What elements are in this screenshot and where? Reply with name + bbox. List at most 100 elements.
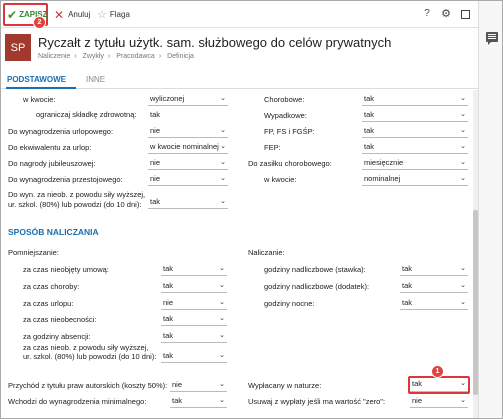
chevron-down-icon: ⌄ <box>219 265 225 272</box>
przestojowe-select[interactable]: nie ⌄ <box>148 173 228 186</box>
select-value: tak <box>172 396 183 405</box>
wypadkowe-label: Wypadkowe: <box>264 111 307 120</box>
gear-icon[interactable]: ⚙ <box>439 7 453 21</box>
pomniejszanie-row-label: za czas nieobjęty umową: <box>23 265 109 274</box>
sila-wyzsza-select[interactable]: tak ⌄ <box>161 350 227 363</box>
breadcrumb-item[interactable]: Naliczenie <box>38 53 70 60</box>
select-value: nie <box>163 298 174 307</box>
chevron-down-icon: ⌄ <box>219 352 225 359</box>
naliczanie-label: Naliczanie: <box>248 248 285 257</box>
breadcrumb-item[interactable]: Zwykły <box>83 53 104 60</box>
pomniejszanie-row-label: za czas urlopu: <box>23 299 74 308</box>
tab-inne[interactable]: INNE <box>86 75 105 84</box>
select-value: nie <box>172 380 183 389</box>
toolbar: ✔ ZAPISZ 2 ✕ Anuluj ☆ Flaga ? ⚙ <box>1 1 478 29</box>
w-kwocie-label: w kwocie: <box>23 95 56 104</box>
pomniejszanie-row-select[interactable]: nie ⌄ <box>161 297 227 310</box>
zasilek-kwocie-label: w kwocie: <box>264 175 297 184</box>
przestojowe-label: Do wynagrodzenia przestojowego: <box>8 175 123 184</box>
pomniejszanie-row-label: za czas nieobecności: <box>23 315 97 324</box>
chevron-down-icon: ⌄ <box>220 175 226 182</box>
flag-button[interactable]: ☆ Flaga <box>97 6 130 23</box>
step-badge: 1 <box>431 365 444 378</box>
autorskie-select[interactable]: nie ⌄ <box>170 379 227 392</box>
help-icon[interactable]: ? <box>420 7 434 21</box>
chevron-down-icon: ⌄ <box>219 282 225 289</box>
wyn-nieob-label-line1: Do wyn. za nieob. z powodu siły wyższej, <box>8 190 146 199</box>
chevron-down-icon: ⌄ <box>460 397 466 404</box>
maximize-icon[interactable] <box>458 7 472 21</box>
scrollbar[interactable] <box>473 90 478 418</box>
pomniejszanie-row-select[interactable]: tak ⌄ <box>161 263 227 276</box>
pomniejszanie-row-label: za godziny absencji: <box>23 332 91 341</box>
cancel-label: Anuluj <box>68 10 91 19</box>
tab-podstawowe[interactable]: PODSTAWOWE <box>7 75 66 84</box>
chevron-down-icon: ⌄ <box>219 332 225 339</box>
select-value: tak <box>163 264 174 273</box>
wyn-nieob-value: tak <box>150 197 161 206</box>
chevron-down-icon: ⌄ <box>460 299 466 306</box>
chevron-down-icon: ⌄ <box>220 95 226 102</box>
zasilek-kwocie-value: nominalnej <box>364 174 401 183</box>
select-value: tak <box>163 314 174 323</box>
naliczanie-row-select[interactable]: tak ⌄ <box>400 297 468 310</box>
comment-icon[interactable] <box>486 32 498 45</box>
scrollbar-thumb[interactable] <box>473 210 478 395</box>
chevron-down-icon: ⌄ <box>460 127 466 134</box>
naliczanie-row-select[interactable]: tak ⌄ <box>400 280 468 293</box>
form-content: w kwocie: wyliczonej ⌄ ograniczaj składkę… <box>1 90 473 418</box>
zasilek-label: Do zasiłku chorobowego: <box>248 159 332 168</box>
chevron-down-icon: ⌄ <box>460 265 466 272</box>
ekwiwalent-label: Do ekwiwalentu za urlop: <box>8 143 92 152</box>
jubileuszowe-select[interactable]: nie ⌄ <box>148 157 228 170</box>
pomniejszanie-row-select[interactable]: tak ⌄ <box>161 313 227 326</box>
chevron-down-icon: ⌄ <box>220 198 226 205</box>
ekwiwalent-select[interactable]: w kwocie nominalnej ⌄ <box>148 141 228 154</box>
chevron-down-icon: ⌄ <box>460 175 466 182</box>
fp-label: FP, FS i FGŚP: <box>264 127 315 136</box>
ekwiwalent-value: w kwocie nominalnej <box>150 142 219 151</box>
fp-select[interactable]: tak ⌄ <box>362 125 468 138</box>
wypadkowe-select[interactable]: tak ⌄ <box>362 109 468 122</box>
naliczanie-row-select[interactable]: tak ⌄ <box>400 263 468 276</box>
chevron-down-icon: ⌄ <box>219 315 225 322</box>
flag-label: Flaga <box>109 10 130 19</box>
naliczanie-row-label: godziny nadliczbowe (dodatek): <box>264 282 370 291</box>
fep-value: tak <box>364 142 375 151</box>
zasilek-value: miesięcznie <box>364 158 404 167</box>
urlopowe-value: nie <box>150 126 161 135</box>
cancel-button[interactable]: ✕ Anuluj <box>54 6 90 23</box>
highlight-outline <box>408 376 470 394</box>
star-icon: ☆ <box>97 9 107 21</box>
pomniejszanie-row-select[interactable]: tak ⌄ <box>161 330 227 343</box>
minimalne-label: Wchodzi do wynagrodzenia minimalnego: <box>8 397 147 406</box>
breadcrumb-item[interactable]: Definicja <box>167 53 194 60</box>
chorobowe-select[interactable]: tak ⌄ <box>362 93 468 106</box>
pomniejszanie-row-select[interactable]: tak ⌄ <box>161 280 227 293</box>
naliczanie-row-label: godziny nocne: <box>264 299 315 308</box>
usuwaj-label: Usuwaj z wypłaty jeśli ma wartość "zero"… <box>248 397 386 406</box>
w-kwocie-select[interactable]: wyliczonej ⌄ <box>148 93 228 106</box>
chevron-down-icon: ⌄ <box>219 299 225 306</box>
wyn-nieob-select[interactable]: tak ⌄ <box>148 196 228 209</box>
usuwaj-select[interactable]: nie ⌄ <box>410 395 468 408</box>
zasilek-select[interactable]: miesięcznie ⌄ <box>362 157 468 170</box>
select-value: tak <box>402 264 413 273</box>
ograniczaj-value: tak <box>150 110 161 119</box>
avatar: SP <box>5 34 31 61</box>
select-value: tak <box>163 331 174 340</box>
window: ✔ ZAPISZ 2 ✕ Anuluj ☆ Flaga ? ⚙ SP Rycza… <box>0 0 503 419</box>
zasilek-kwocie-select[interactable]: nominalnej ⌄ <box>362 173 468 186</box>
fp-value: tak <box>364 126 375 135</box>
right-rail <box>478 1 502 418</box>
save-step-badge: 2 <box>33 16 46 29</box>
chevron-down-icon: ⌄ <box>219 397 225 404</box>
naliczanie-row-label: godziny nadliczbowe (stawka): <box>264 265 366 274</box>
breadcrumb-item[interactable]: Pracodawca <box>116 53 155 60</box>
chorobowe-value: tak <box>364 94 375 103</box>
fep-select[interactable]: tak ⌄ <box>362 141 468 154</box>
select-value: tak <box>402 281 413 290</box>
tab-bar: PODSTAWOWE INNE <box>1 72 478 89</box>
minimalne-select[interactable]: tak ⌄ <box>170 395 227 408</box>
urlopowe-select[interactable]: nie ⌄ <box>148 125 228 138</box>
